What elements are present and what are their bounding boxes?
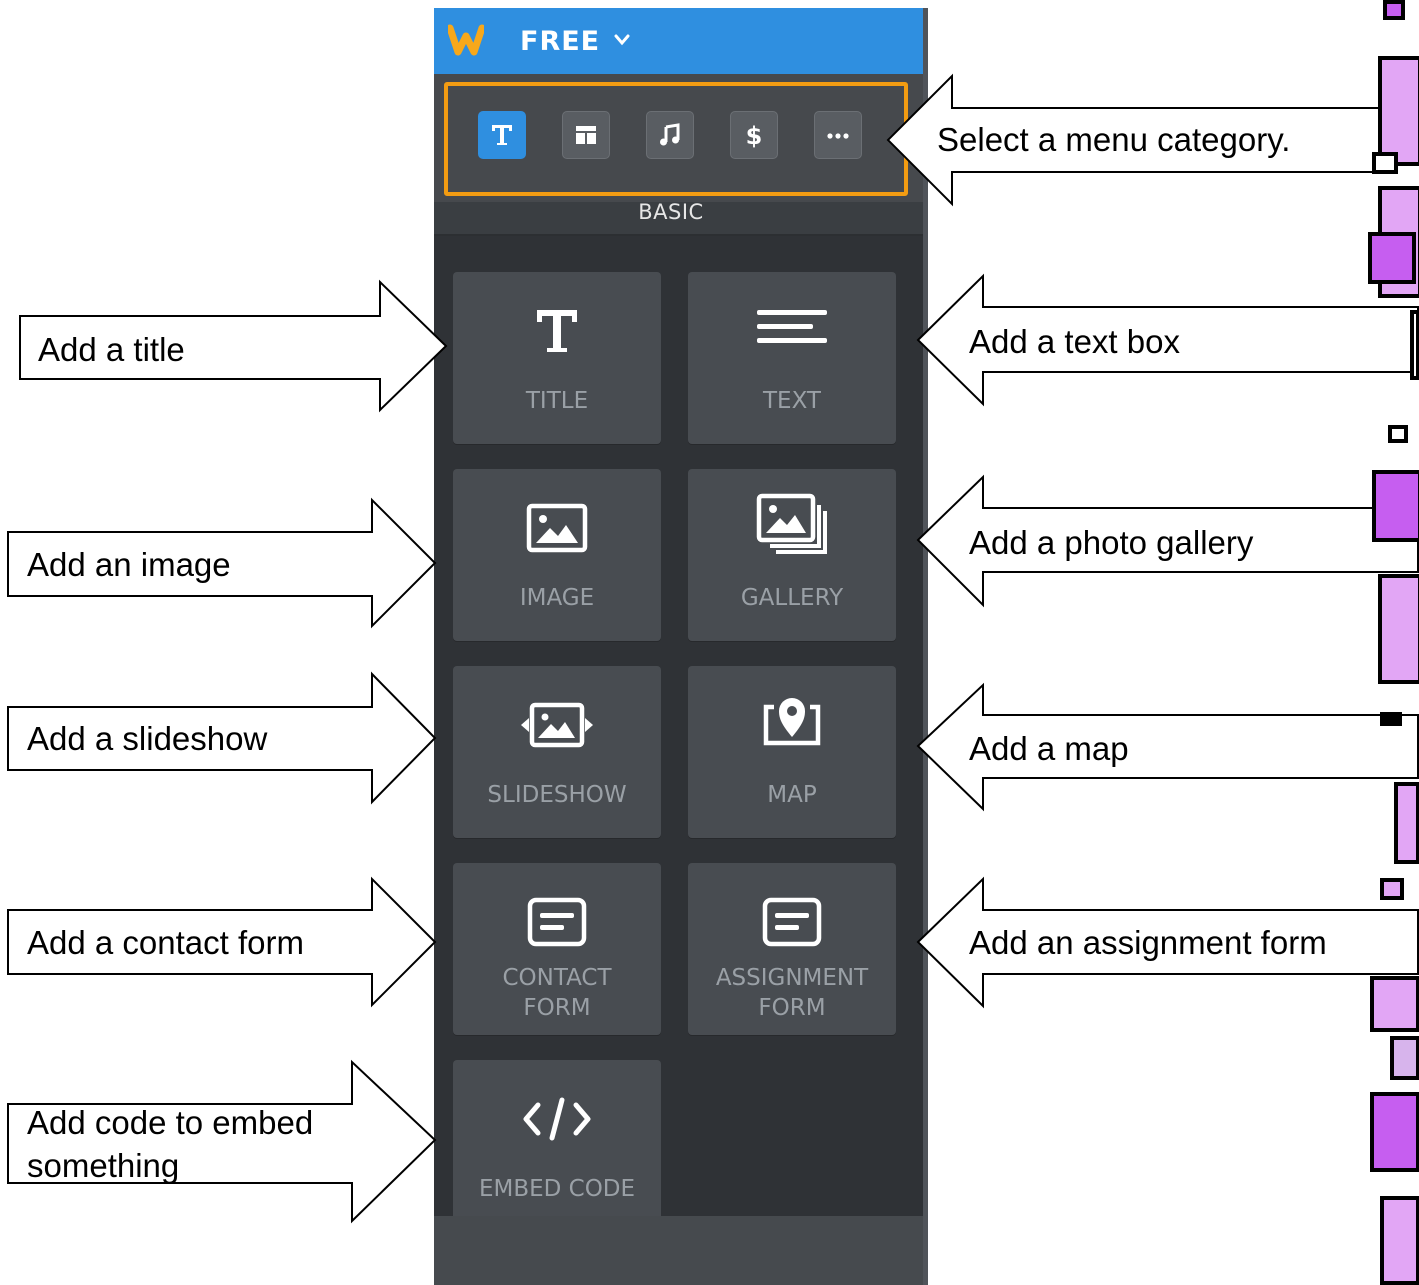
decor-square [1390,1036,1419,1080]
decor-square [1370,976,1419,1032]
callout-embed-code-line1: Add code to embed [27,1104,314,1141]
decor-square [1380,1196,1419,1285]
decor-square [1368,232,1416,284]
decor-square [1370,1092,1419,1172]
decor-square [1378,56,1419,166]
callout-arrows [7,73,1419,1224]
decor-square [1380,878,1404,900]
callout-contact-form: Add a contact form [27,924,304,961]
decor-square [1372,470,1419,542]
decor-square [1383,0,1405,20]
decor-square [1380,712,1402,726]
callout-menu-category: Select a menu category. [937,121,1291,158]
callout-assignment-form: Add an assignment form [969,924,1327,961]
decor-square [1372,152,1398,174]
callout-map: Add a map [969,730,1129,767]
decor-square [1394,782,1419,864]
callout-text: Add a text box [969,323,1180,360]
decor-square [1378,574,1419,684]
decor-square [1410,310,1419,380]
callout-title: Add a title [38,331,185,368]
callout-embed-code-line2: something [27,1147,180,1184]
callout-gallery: Add a photo gallery [969,524,1254,561]
callout-slideshow: Add a slideshow [27,720,268,757]
callout-image: Add an image [27,546,231,583]
decor-square [1388,425,1408,443]
